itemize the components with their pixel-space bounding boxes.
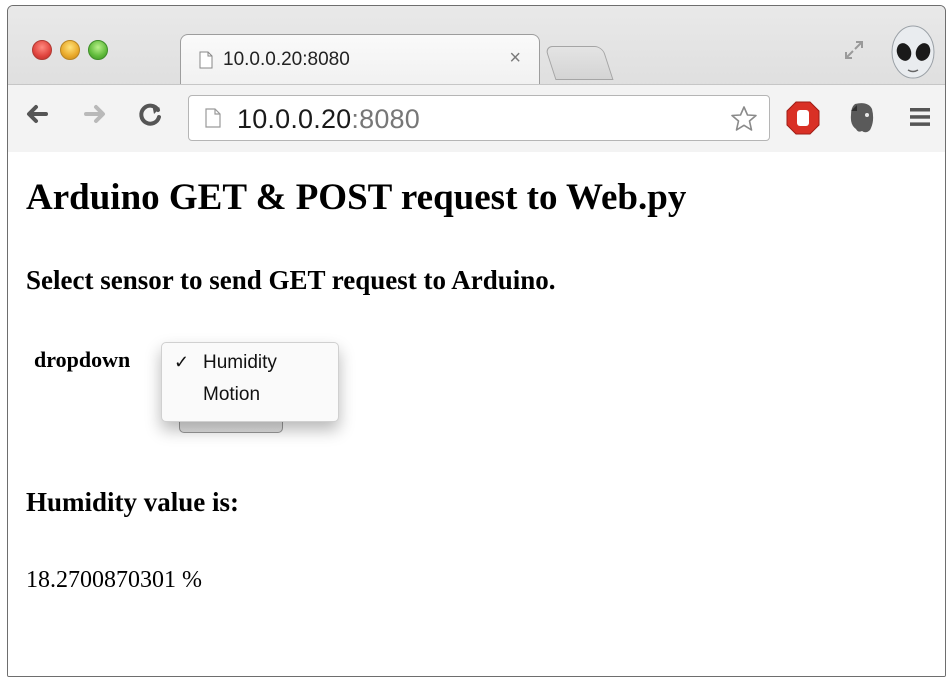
alien-avatar-icon[interactable] (888, 24, 938, 84)
address-text[interactable]: 10.0.0.20:8080 (237, 104, 420, 135)
page-icon (205, 108, 221, 128)
address-port: :8080 (351, 104, 420, 134)
address-host: 10.0.0.20 (237, 104, 352, 134)
result-value: 18.2700870301 % (26, 567, 202, 593)
forward-arrow-icon[interactable] (80, 99, 110, 129)
star-icon[interactable] (729, 104, 759, 134)
fullscreen-icon[interactable] (842, 38, 866, 62)
address-bar[interactable]: 10.0.0.20:8080 (188, 95, 770, 141)
page-content: Arduino GET & POST request to Web.py Sel… (8, 152, 945, 676)
page-heading: Arduino GET & POST request to Web.py (26, 177, 687, 218)
reload-icon[interactable] (135, 99, 165, 129)
tab-close-icon[interactable]: × (509, 47, 521, 70)
sensor-dropdown-menu[interactable]: ✓ Humidity Motion (161, 342, 339, 422)
evernote-icon[interactable] (846, 101, 878, 135)
browser-window: 10.0.0.20:8080 × 10.0.0.20:8080 Arduino … (7, 5, 946, 677)
page-subheading: Select sensor to send GET request to Ard… (26, 265, 556, 295)
dropdown-label: dropdown (34, 347, 131, 372)
page-icon (199, 51, 213, 69)
result-title: Humidity value is: (26, 487, 240, 517)
stop-sign-icon[interactable] (786, 101, 820, 135)
browser-tab[interactable]: 10.0.0.20:8080 × (180, 34, 540, 84)
menu-icon[interactable] (908, 105, 932, 129)
dropdown-option-humidity[interactable]: ✓ Humidity (162, 349, 338, 379)
option-label: Motion (203, 384, 261, 405)
browser-chrome: 10.0.0.20:8080 × 10.0.0.20:8080 (8, 6, 945, 152)
minimize-window-button[interactable] (60, 40, 80, 60)
tab-title: 10.0.0.20:8080 (223, 49, 350, 70)
check-icon: ✓ (174, 352, 190, 372)
close-window-button[interactable] (32, 40, 52, 60)
zoom-window-button[interactable] (88, 40, 108, 60)
browser-toolbar: 10.0.0.20:8080 (8, 84, 945, 152)
option-label: Humidity (203, 352, 277, 373)
dropdown-option-motion[interactable]: Motion (162, 381, 338, 411)
back-arrow-icon[interactable] (22, 99, 52, 129)
new-tab-button[interactable] (544, 46, 614, 80)
